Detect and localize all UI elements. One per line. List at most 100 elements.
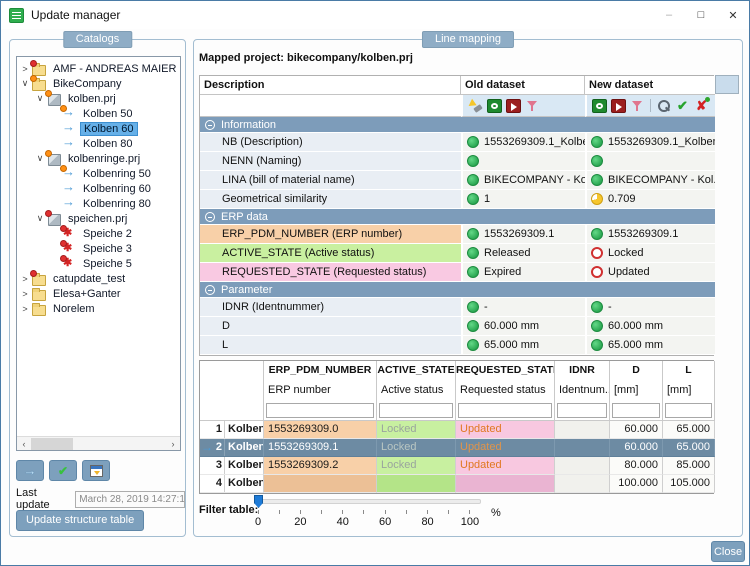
column-filter-input[interactable] [612,403,660,418]
column-filter-input[interactable] [458,403,552,418]
filter-window-button[interactable] [82,460,110,481]
accept-button[interactable]: ✔ [49,460,77,481]
maximize-button[interactable]: □ [685,1,717,29]
table-row-4-kolben-100[interactable]: 4Kolben 100100.000105.000 [200,475,713,493]
cell-requested-state: Updated [456,439,555,457]
tree-item-kolben-50[interactable]: Kolben 50 [17,106,180,121]
tree-item-kolben-prj[interactable]: ∨kolben.prj [17,91,180,106]
column-filter-input[interactable] [557,403,607,418]
section-header-erp-data[interactable]: ERP data [200,209,715,225]
column-filter-input[interactable] [379,403,453,418]
table-row-3-kolben-80[interactable]: 3Kolben 801553269309.2LockedUpdated80.00… [200,457,713,475]
partred-icon [61,257,77,270]
project-icon [46,92,62,105]
column-header-new-dataset[interactable]: New dataset [585,76,715,95]
table-row-2-kolben-60[interactable]: →2Kolben 601553269309.1LockedUpdated60.0… [200,439,713,457]
tree-item-kolben-60[interactable]: Kolben 60 [17,121,180,136]
tree-item-kolbenringe-prj[interactable]: ∨kolbenringe.prj [17,151,180,166]
cell-d: 60.000 [610,439,663,457]
project-icon [46,152,62,165]
collapse-section-icon[interactable] [205,285,215,295]
cell-erp-number: 1553269309.0 [264,421,377,439]
collapse-icon[interactable]: ∨ [19,78,31,89]
column-filter-input[interactable] [665,403,712,418]
bt-column-header-requested-state[interactable]: REQUESTED_STATE [456,361,555,381]
export-icon[interactable] [506,99,521,113]
bt-column-header-l[interactable]: L [663,361,715,381]
tree-item-speiche-2[interactable]: Speiche 2 [17,226,180,241]
bt-filter-cell [200,401,264,421]
collapse-icon[interactable]: ∨ [34,93,46,104]
export-icon[interactable] [611,99,626,113]
collapse-icon[interactable]: ∨ [34,213,46,224]
column-filter-input[interactable] [266,403,374,418]
close-window-button[interactable]: ✕ [717,1,749,29]
search-icon[interactable] [656,99,671,113]
minimize-button[interactable]: – [653,1,685,29]
tree-item-kolbenring-60[interactable]: Kolbenring 60 [17,181,180,196]
tree-item-norelem[interactable]: >Norelem [17,301,180,316]
tree-item-bikecompany[interactable]: ∨BikeCompany [17,76,180,91]
scrollbar-thumb[interactable] [31,438,73,450]
table-corner-button[interactable] [715,75,739,94]
tree-item-speiche-5[interactable]: Speiche 5 [17,256,180,271]
bt-filter-cell [610,401,663,421]
tree-item-kolbenring-80[interactable]: Kolbenring 80 [17,196,180,211]
bt-column-header-d[interactable]: D [610,361,663,381]
discard-icon[interactable]: ✘ [694,99,709,113]
section-header-information[interactable]: Information [200,117,715,133]
value-text: Expired [484,266,521,278]
bt-column-header-row[interactable] [200,361,264,381]
tree-item-label: Kolben 80 [80,138,136,150]
filter-icon[interactable] [525,99,540,113]
collapse-section-icon[interactable] [205,120,215,130]
old-dataset-value: Expired [461,263,585,282]
map-arrow-button[interactable]: → [16,460,44,481]
status-green-icon [467,301,479,313]
line-mapping-caption: Line mapping [422,31,514,48]
expand-icon[interactable]: > [19,289,31,299]
tree-item-speiche-3[interactable]: Speiche 3 [17,241,180,256]
collapse-section-icon[interactable] [205,212,215,222]
bt-column-header-active-state[interactable]: ACTIVE_STATE [377,361,456,381]
part-icon [61,137,77,150]
scroll-right-icon[interactable]: › [166,439,180,449]
bt-column-header-erp-pdm-number[interactable]: ERP_PDM_NUMBER [264,361,377,381]
expand-icon[interactable]: > [19,304,31,314]
tree-item-kolben-80[interactable]: Kolben 80 [17,136,180,151]
close-button[interactable]: Close [711,541,745,562]
accept-icon[interactable] [487,99,502,113]
catalog-tree: >AMF - ANDREAS MAIER GMI∨BikeCompany∨kol… [16,56,181,451]
table-row-1-kolben-60[interactable]: 1Kolben 601553269309.0LockedUpdated60.00… [200,421,713,439]
tree-item-elesa-ganter[interactable]: >Elesa+Ganter [17,286,180,301]
tree-item-amf-andreas-maier-gmi[interactable]: >AMF - ANDREAS MAIER GMI [17,61,180,76]
value-text: 60.000 mm [484,320,539,332]
filter-table-bar: Filter table: 020406080100 % [199,495,709,531]
filter-icon[interactable] [630,99,645,113]
expand-icon[interactable]: > [19,64,31,74]
tree-item-speichen-prj[interactable]: ∨speichen.prj [17,211,180,226]
cell-idnr [555,475,610,493]
update-structure-table-button[interactable]: Update structure table [16,510,144,531]
column-header-description[interactable]: Description [200,76,461,95]
tree-horizontal-scrollbar[interactable]: ‹ › [17,436,180,450]
tree-item-kolbenring-50[interactable]: Kolbenring 50 [17,166,180,181]
expand-icon[interactable]: > [19,274,31,284]
accept-icon[interactable] [592,99,607,113]
value-text: 1 [484,193,490,205]
value-text: 1553269309.1 [484,228,554,240]
collapse-icon[interactable]: ∨ [34,153,46,164]
bt-column-header-idnr[interactable]: IDNR [555,361,610,381]
tree-item-catupdate-test[interactable]: >catupdate_test [17,271,180,286]
mapping-row-label: REQUESTED_STATE (Requested status) [200,263,461,282]
apply-icon[interactable]: ✔ [675,99,690,113]
filter-slider-track[interactable] [257,499,481,504]
update-badge-icon [60,165,67,172]
scroll-left-icon[interactable]: ‹ [17,439,31,449]
update-badge-icon [60,240,67,247]
section-header-parameter[interactable]: Parameter [200,282,715,298]
row-name: Kolben 80 [224,457,264,474]
flashlight-icon[interactable] [468,99,483,113]
cell-active-state [377,475,456,493]
column-header-old-dataset[interactable]: Old dataset [461,76,585,95]
